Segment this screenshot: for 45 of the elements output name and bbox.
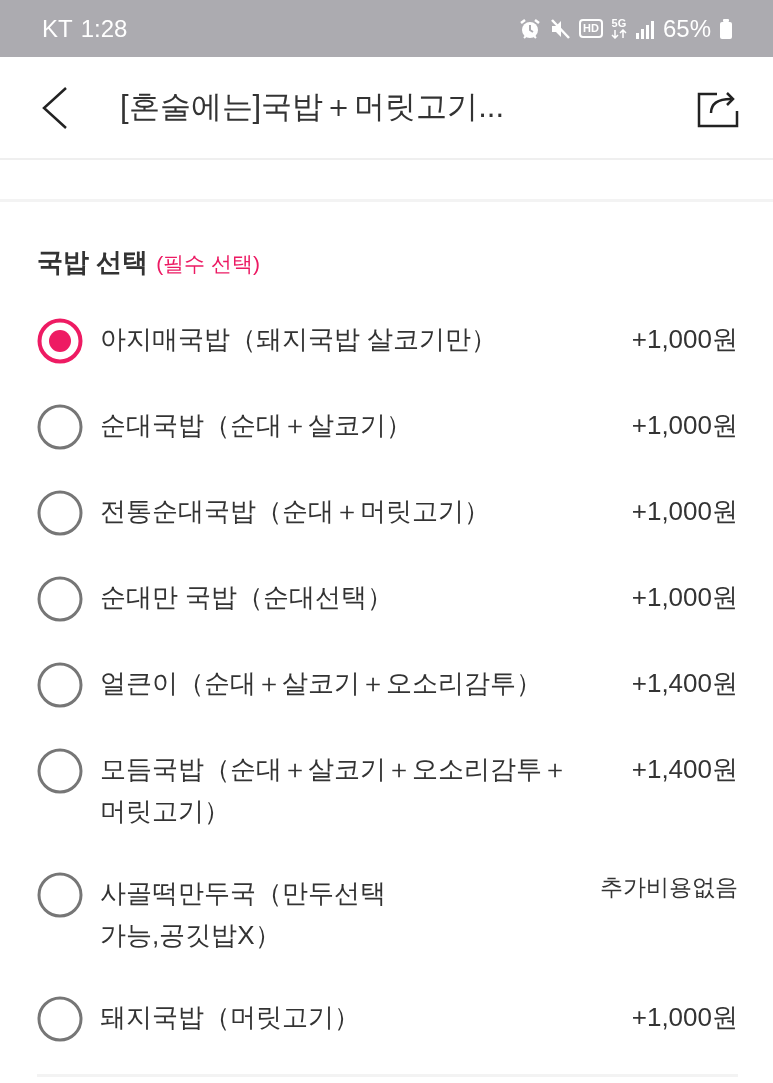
option-price: +1,000원 [631,1001,738,1034]
radio-unselected-icon[interactable] [37,576,83,622]
carrier-name: KT [42,16,73,41]
required-note: (필수 선택) [156,251,261,277]
option-price: +1,000원 [631,323,738,356]
option-label: 전통순대국밥（순대＋머릿고기） [100,495,491,528]
option-row[interactable]: 돼지국밥（머릿고기） +1,000원 [37,976,738,1062]
option-label: 사골떡만두국（만두선택 가능,공깃밥X） [100,877,387,952]
battery-icon [719,18,733,39]
alarm-clock-icon [519,17,542,40]
option-label: 아지매국밥（돼지국밥 살코기만） [100,323,499,356]
radio-unselected-icon[interactable] [37,872,83,918]
option-row[interactable]: 사골떡만두국（만두선택 가능,공깃밥X） 추가비용없음 [37,852,738,976]
option-row[interactable]: 얼큰이（순대＋살코기＋오소리감투） +1,400원 [37,642,738,728]
option-label: 얼큰이（순대＋살코기＋오소리감투） [100,667,543,700]
radio-unselected-icon[interactable] [37,490,83,536]
option-price: +1,400원 [631,667,738,700]
option-label: 순대국밥（순대＋살코기） [100,409,413,442]
option-row[interactable]: 아지매국밥（돼지국밥 살코기만） +1,000원 [37,298,738,384]
radio-selected-icon[interactable] [37,318,83,364]
clock-time: 1:28 [80,16,128,41]
signal-strength-icon [634,18,655,39]
radio-unselected-icon[interactable] [37,748,83,794]
page-title: [혼술에는]국밥＋머릿고기... [120,88,506,127]
option-label: 순대만 국밥（순대선택） [100,581,395,614]
network-type-label: 5G [611,18,627,29]
battery-percentage: 65% [662,16,711,41]
radio-unselected-icon[interactable] [37,996,83,1042]
option-price: +1,000원 [631,495,738,528]
hd-voice-indicator: HD [579,19,603,38]
option-price: 추가비용없음 [600,873,738,902]
option-label: 돼지국밥（머릿고기） [100,1001,361,1034]
radio-unselected-icon[interactable] [37,404,83,450]
option-row[interactable]: 순대만 국밥（순대선택） +1,000원 [37,556,738,642]
option-price: +1,400원 [631,753,738,786]
option-row[interactable]: 전통순대국밥（순대＋머릿고기） +1,000원 [37,470,738,556]
data-arrows-icon [610,29,627,39]
option-price: +1,000원 [631,581,738,614]
option-row[interactable]: 순대국밥（순대＋살코기） +1,000원 [37,384,738,470]
option-label: 모듬국밥（순대＋살코기＋오소리감투＋머릿고기） [100,753,569,828]
radio-unselected-icon[interactable] [37,662,83,708]
muted-speaker-icon [549,17,572,40]
option-price: +1,000원 [631,409,738,442]
option-row[interactable]: 모듬국밥（순대＋살코기＋오소리감투＋머릿고기） +1,400원 [37,728,738,852]
section-title: 국밥 선택 [37,246,149,279]
